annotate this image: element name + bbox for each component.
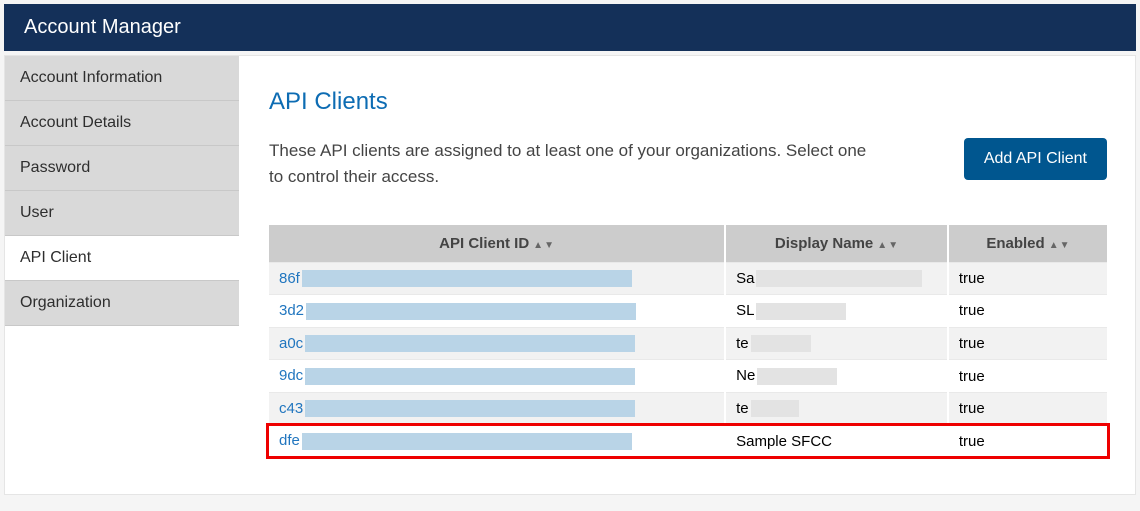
- column-header[interactable]: Enabled ▲▼: [948, 225, 1107, 263]
- display-name-cell: SL: [725, 295, 948, 328]
- redacted-segment: [305, 335, 635, 352]
- redacted-segment: [751, 335, 811, 352]
- api-client-id-link[interactable]: 9dc: [279, 367, 303, 384]
- display-name-cell: Sa: [725, 262, 948, 295]
- enabled-cell: true: [948, 295, 1107, 328]
- api-client-id-link[interactable]: c43: [279, 400, 303, 417]
- table-row: 3d2 SL true: [269, 295, 1107, 328]
- sort-icon[interactable]: ▲▼: [533, 240, 554, 251]
- display-name-text: SL: [736, 302, 754, 319]
- display-name-text: te: [736, 335, 749, 352]
- redacted-segment: [756, 270, 922, 287]
- display-name-text: te: [736, 400, 749, 417]
- app-title: Account Manager: [24, 16, 181, 38]
- table-row: 9dc Ne true: [269, 360, 1107, 393]
- column-label: Display Name: [775, 235, 873, 252]
- redacted-segment: [757, 368, 837, 385]
- redacted-segment: [305, 400, 635, 417]
- api-client-id-cell: 86f: [269, 262, 725, 295]
- content-wrap: Account InformationAccount DetailsPasswo…: [4, 55, 1136, 495]
- enabled-cell: true: [948, 360, 1107, 393]
- enabled-cell: true: [948, 262, 1107, 295]
- api-client-id-cell: 3d2: [269, 295, 725, 328]
- sidebar: Account InformationAccount DetailsPasswo…: [5, 56, 239, 494]
- display-name-cell: Sample SFCC: [725, 425, 948, 457]
- page-header-row: These API clients are assigned to at lea…: [269, 138, 1107, 191]
- display-name-text: Sample SFCC: [736, 433, 832, 450]
- enabled-cell: true: [948, 392, 1107, 425]
- redacted-segment: [302, 270, 632, 287]
- display-name-text: Sa: [736, 270, 754, 287]
- redacted-segment: [305, 368, 635, 385]
- api-client-id-link[interactable]: a0c: [279, 335, 303, 352]
- redacted-segment: [306, 303, 636, 320]
- api-client-id-cell: dfe: [269, 425, 725, 457]
- api-client-id-cell: a0c: [269, 327, 725, 360]
- sort-icon[interactable]: ▲▼: [877, 240, 898, 251]
- redacted-segment: [756, 303, 846, 320]
- sort-icon[interactable]: ▲▼: [1049, 240, 1070, 251]
- column-label: API Client ID: [439, 235, 529, 252]
- column-header[interactable]: Display Name ▲▼: [725, 225, 948, 263]
- sidebar-item-organization[interactable]: Organization: [5, 281, 239, 326]
- enabled-cell: true: [948, 425, 1107, 457]
- display-name-cell: Ne: [725, 360, 948, 393]
- main-panel: API Clients These API clients are assign…: [239, 56, 1135, 494]
- redacted-segment: [302, 433, 632, 450]
- enabled-cell: true: [948, 327, 1107, 360]
- table-row: a0c te true: [269, 327, 1107, 360]
- table-row: dfe Sample SFCC true: [269, 425, 1107, 457]
- table-row: c43 te true: [269, 392, 1107, 425]
- column-header[interactable]: API Client ID ▲▼: [269, 225, 725, 263]
- api-client-id-link[interactable]: 3d2: [279, 302, 304, 319]
- api-client-id-link[interactable]: dfe: [279, 432, 300, 449]
- sidebar-item-account-details[interactable]: Account Details: [5, 101, 239, 146]
- sidebar-item-api-client[interactable]: API Client: [5, 236, 239, 281]
- table-row: 86f Sa true: [269, 262, 1107, 295]
- api-client-id-cell: 9dc: [269, 360, 725, 393]
- sidebar-item-account-information[interactable]: Account Information: [5, 56, 239, 101]
- sidebar-item-password[interactable]: Password: [5, 146, 239, 191]
- display-name-cell: te: [725, 327, 948, 360]
- page-title: API Clients: [269, 88, 1107, 116]
- api-clients-table: API Client ID ▲▼ Display Name ▲▼ Enabled ▲▼ 8…: [269, 225, 1107, 457]
- app-header: Account Manager: [4, 4, 1136, 51]
- redacted-segment: [751, 400, 799, 417]
- page-description: These API clients are assigned to at lea…: [269, 138, 869, 191]
- display-name-cell: te: [725, 392, 948, 425]
- api-client-id-link[interactable]: 86f: [279, 270, 300, 287]
- add-api-client-button[interactable]: Add API Client: [964, 138, 1107, 180]
- api-client-id-cell: c43: [269, 392, 725, 425]
- sidebar-item-user[interactable]: User: [5, 191, 239, 236]
- column-label: Enabled: [986, 235, 1044, 252]
- display-name-text: Ne: [736, 367, 755, 384]
- table-wrapper: API Client ID ▲▼ Display Name ▲▼ Enabled ▲▼ 8…: [269, 225, 1107, 457]
